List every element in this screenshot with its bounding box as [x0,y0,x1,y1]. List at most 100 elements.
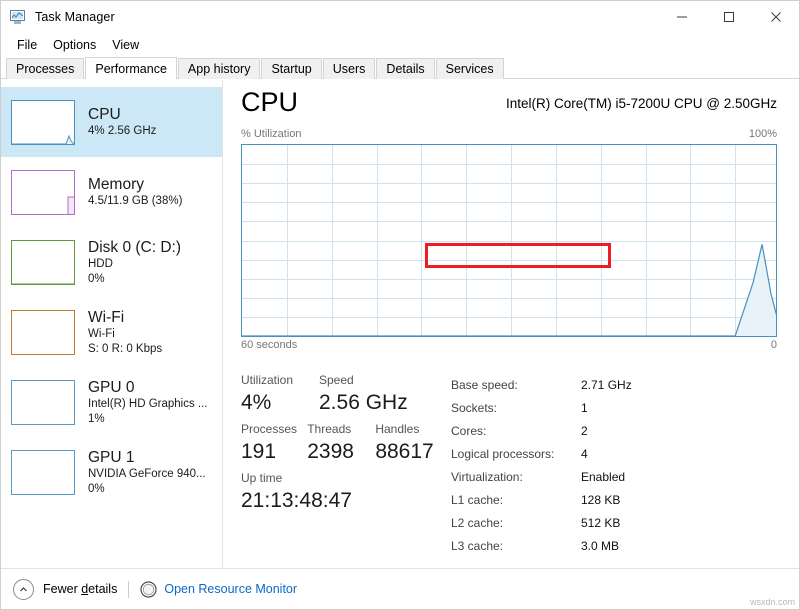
menu-file[interactable]: File [9,36,45,54]
spec-virtualization: Virtualization: Enabled [451,465,777,488]
footer-divider [128,580,130,598]
stat-value: 21:13:48:47 [241,489,352,512]
sidebar-item-disk0[interactable]: Disk 0 (C: D:) HDD 0% [1,227,222,297]
graph-y-axis-label: % Utilization [241,128,302,140]
spec-key: L1 cache: [451,492,504,507]
task-manager-window: Task Manager File Options View Processes… [0,0,800,610]
window-controls [658,1,799,33]
stat-threads: Threads 2398 [307,421,375,466]
tab-details[interactable]: Details [376,58,435,79]
wifi-thumbnail-graph [11,309,75,355]
sidebar-item-sub1: NVIDIA GeForce 940... [88,468,206,480]
stat-label: Handles [375,422,420,436]
spec-l1-cache: L1 cache: 128 KB [451,488,777,511]
stat-row: Utilization 4% Speed 2.56 GHz [241,372,451,417]
tab-users[interactable]: Users [322,58,376,79]
tab-performance[interactable]: Performance [85,57,177,79]
memory-thumbnail-graph [11,169,75,215]
cpu-spec-list: Base speed: 2.71 GHz Sockets: 1 Cores: 2… [451,372,777,557]
sidebar-item-sub1: Wi-Fi [88,328,115,340]
open-resource-monitor-link[interactable]: Open Resource Monitor [164,582,297,596]
menu-bar: File Options View [1,33,799,57]
sidebar-item-sub2: S: 0 R: 0 Kbps [88,342,163,355]
tab-app-history[interactable]: App history [177,58,261,79]
sidebar-item-sub1: 4.5/11.9 GB (38%) [88,195,183,208]
sidebar-item-gpu1[interactable]: GPU 1 NVIDIA GeForce 940... 0% [1,437,222,507]
stat-uptime: Up time 21:13:48:47 [241,470,441,515]
spec-value: 128 KB [581,492,621,507]
stat-value: 4% [241,391,272,414]
menu-view[interactable]: View [104,36,147,54]
spec-key: L3 cache: [451,538,504,553]
sidebar-item-sub1: Intel(R) HD Graphics ... [88,398,208,410]
sidebar-item-gpu0[interactable]: GPU 0 Intel(R) HD Graphics ... 1% [1,367,222,437]
graph-x-start-label: 60 seconds [241,339,298,351]
spec-logical-processors: Logical processors: 4 [451,442,777,465]
spec-value: 1 [581,400,588,415]
gpu1-thumbnail-graph [11,449,75,495]
cpu-chart-svg [242,145,776,336]
fewer-details-post: etails [88,582,118,596]
stat-speed: Speed 2.56 GHz [319,372,439,417]
tab-processes[interactable]: Processes [6,58,85,79]
window-title: Task Manager [35,10,115,24]
task-manager-icon [10,9,27,25]
tab-strip: Processes Performance App history Startu… [1,57,799,79]
watermark: wsxdn.com [749,597,795,607]
disk-thumbnail-graph [11,239,75,285]
menu-options[interactable]: Options [45,36,104,54]
stat-handles: Handles 88617 [375,421,451,466]
resource-sidebar: CPU 4% 2.56 GHz Memory 4.5/11.9 GB (38%) [1,80,223,568]
sidebar-item-sub1: 4% 2.56 GHz [88,125,157,138]
cpu-stats: Utilization 4% Speed 2.56 GHz Processes … [241,372,777,557]
spec-l3-cache: L3 cache: 3.0 MB [451,534,777,557]
sidebar-item-memory[interactable]: Memory 4.5/11.9 GB (38%) [1,157,222,227]
spec-base-speed: Base speed: 2.71 GHz [451,373,777,396]
tab-startup[interactable]: Startup [261,58,322,79]
stat-value: 2.56 GHz [319,391,408,414]
content-area: CPU 4% 2.56 GHz Memory 4.5/11.9 GB (38%) [1,80,799,568]
spec-key: Virtualization: [451,469,523,484]
sidebar-item-sub2: 1% [88,412,105,425]
spec-key: Cores: [451,423,487,438]
spec-l2-cache: L2 cache: 512 KB [451,511,777,534]
sidebar-item-wifi[interactable]: Wi-Fi Wi-Fi S: 0 R: 0 Kbps [1,297,222,367]
spec-cores: Cores: 2 [451,419,777,442]
close-button[interactable] [752,1,799,33]
stat-label: Utilization [241,373,294,387]
sidebar-item-label: GPU 0 [88,379,135,396]
sidebar-item-label: GPU 1 [88,449,135,466]
stat-label: Threads [307,422,352,436]
fewer-details-button[interactable]: Fewer details [43,582,117,596]
graph-y-max-label: 100% [748,128,777,140]
stat-label: Processes [241,422,298,436]
spec-value: 4 [581,446,588,461]
sidebar-item-cpu[interactable]: CPU 4% 2.56 GHz [1,87,222,157]
cpu-stats-left: Utilization 4% Speed 2.56 GHz Processes … [241,372,451,557]
title-bar: Task Manager [1,1,799,33]
cpu-thumbnail-graph [11,99,75,145]
stat-utilization: Utilization 4% [241,372,319,417]
stat-label: Speed [319,373,354,387]
sidebar-item-sub2: 0% [88,482,105,495]
sidebar-item-sub2: 0% [88,272,105,285]
stat-value: 191 [241,440,277,463]
spec-key: Logical processors: [451,446,555,461]
tab-services[interactable]: Services [435,58,504,79]
cpu-detail-panel: CPU Intel(R) Core(TM) i5-7200U CPU @ 2.5… [223,80,799,568]
stat-processes: Processes 191 [241,421,307,466]
graph-x-end-label: 0 [770,339,777,351]
cpu-utilization-graph[interactable] [241,144,777,337]
stat-row: Up time 21:13:48:47 [241,470,451,515]
sidebar-item-label: Memory [88,176,144,194]
cpu-model-label: Intel(R) Core(TM) i5-7200U CPU @ 2.50GHz [505,96,777,111]
graph-x-axis-labels: 60 seconds 0 [241,339,777,357]
chevron-up-icon[interactable] [13,578,34,600]
maximize-button[interactable] [705,1,752,33]
spec-value: 2.71 GHz [581,377,632,392]
sidebar-item-label: Disk 0 (C: D:) [88,239,181,256]
minimize-button[interactable] [658,1,705,33]
fewer-details-pre: Fewer [43,582,82,596]
spec-key: L2 cache: [451,515,504,530]
spec-key: Base speed: [451,377,518,392]
